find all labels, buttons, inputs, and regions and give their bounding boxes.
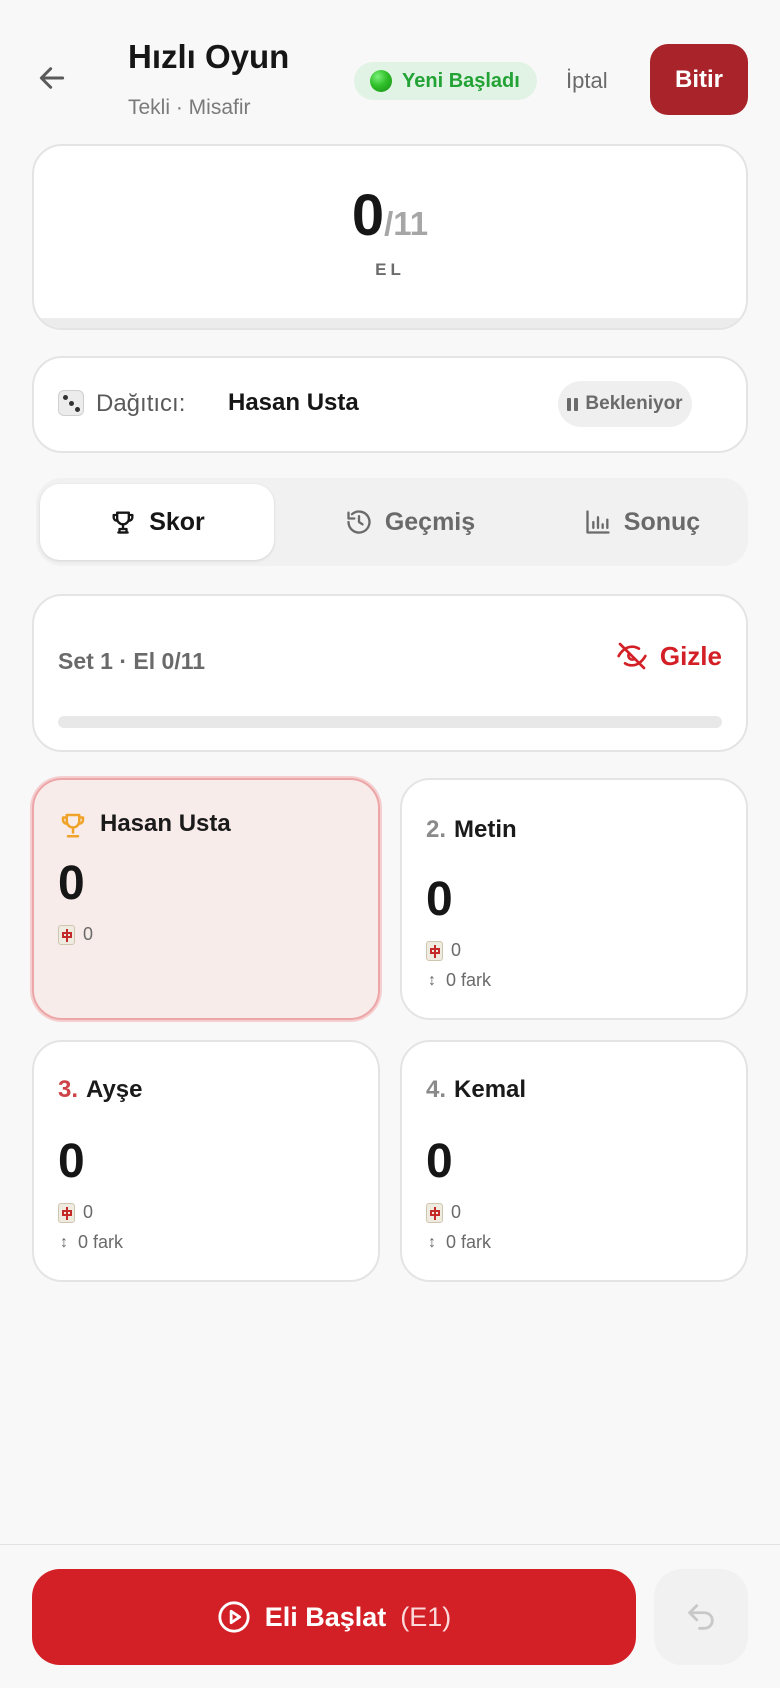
player-header: 4. Kemal	[426, 1076, 526, 1104]
player-tiles: 0	[426, 940, 461, 961]
player-tiles: 0	[426, 1202, 461, 1223]
finish-button[interactable]: Bitir	[650, 44, 748, 115]
back-button[interactable]	[30, 56, 74, 100]
player-header: 3. Ayşe	[58, 1076, 143, 1104]
player-score: 0	[426, 1135, 453, 1188]
page-subtitle: Tekli · Misafir	[128, 96, 251, 119]
die-icon	[58, 390, 84, 416]
round-counter-card: 0/11 EL	[32, 144, 748, 330]
mahjong-tile-icon	[426, 940, 443, 961]
header: Hızlı Oyun Tekli · Misafir Yeni Başladı …	[0, 0, 780, 140]
start-round-label: Eli Başlat	[264, 1601, 387, 1632]
pause-icon	[567, 397, 579, 411]
round-total: /11	[384, 205, 429, 242]
player-name: Metin	[454, 816, 517, 843]
dealer-card: Dağıtıcı: Hasan Usta Bekleniyor	[32, 356, 748, 453]
mahjong-tile-icon	[426, 1202, 443, 1223]
round-counter: 0/11	[34, 182, 746, 249]
undo-icon	[688, 1604, 714, 1630]
round-label: EL	[375, 260, 405, 279]
status-badge-label: Yeni Başladı	[402, 69, 520, 92]
tab-gecmis[interactable]: Geçmiş	[304, 484, 516, 560]
player-diff: ↕ 0 fark	[58, 1232, 123, 1253]
trophy-icon	[112, 511, 134, 534]
eye-off-icon	[617, 642, 647, 670]
player-diff: ↕ 0 fark	[426, 1232, 491, 1253]
player-name: Hasan Usta	[100, 810, 231, 837]
player-diff-value: 0 fark	[78, 1232, 124, 1252]
card-divider	[34, 318, 746, 328]
player-rank: 4.	[426, 1076, 447, 1103]
set-progress-bar	[58, 716, 722, 728]
set-progress-card: Set 1 · El 0/11 Gizle	[32, 594, 748, 752]
mahjong-tile-icon	[58, 1202, 75, 1223]
dealer-name: Hasan Usta	[228, 389, 359, 416]
undo-button[interactable]	[654, 1569, 748, 1665]
page-title: Hızlı Oyun	[128, 38, 290, 75]
round-current: 0	[351, 183, 385, 248]
cancel-button[interactable]: İptal	[566, 62, 608, 100]
up-down-arrow-icon: ↕	[428, 1233, 436, 1251]
player-card-2[interactable]: 2. Metin 0 0 ↕ 0 fark	[400, 778, 748, 1020]
player-card-3[interactable]: 3. Ayşe 0 0 ↕ 0 fark	[32, 1040, 380, 1282]
tab-label: Sonuç	[623, 507, 701, 536]
player-card-4[interactable]: 4. Kemal 0 0 ↕ 0 fark	[400, 1040, 748, 1282]
player-header: 2. Metin	[426, 816, 517, 844]
tab-label: Skor	[149, 507, 205, 536]
set-progress-label: Set 1 · El 0/11	[58, 648, 206, 674]
player-name: Ayşe	[86, 1076, 143, 1103]
player-diff-value: 0 fark	[446, 970, 492, 990]
player-score: 0	[58, 857, 85, 910]
player-tiles: 0	[58, 924, 93, 945]
history-icon	[347, 510, 371, 534]
player-tiles-value: 0	[451, 940, 462, 960]
player-rank: 3.	[58, 1076, 79, 1103]
up-down-arrow-icon: ↕	[428, 971, 436, 989]
play-circle-icon	[218, 1601, 250, 1633]
player-tiles-value: 0	[451, 1202, 462, 1222]
mahjong-tile-icon	[58, 924, 75, 945]
player-score: 0	[58, 1135, 85, 1188]
player-tiles-value: 0	[83, 1202, 94, 1222]
start-round-button[interactable]: Eli Başlat (E1)	[32, 1569, 636, 1665]
dealer-status-badge: Bekleniyor	[558, 381, 692, 427]
arrow-left-icon	[39, 67, 65, 89]
tab-skor[interactable]: Skor	[40, 484, 274, 560]
player-diff-value: 0 fark	[446, 1232, 492, 1252]
hide-toggle-button[interactable]: Gizle	[616, 640, 722, 672]
status-badge: Yeni Başladı	[354, 62, 537, 100]
bar-chart-icon	[586, 510, 610, 534]
green-circle-icon	[370, 70, 392, 92]
bottom-action-bar: Eli Başlat (E1)	[0, 1544, 780, 1688]
tab-bar: Skor Geçmiş Sonuç	[36, 478, 748, 566]
up-down-arrow-icon: ↕	[60, 1233, 68, 1251]
tab-sonuc[interactable]: Sonuç	[536, 484, 748, 560]
player-score: 0	[426, 873, 453, 926]
player-rank: 2.	[426, 816, 447, 843]
trophy-icon	[61, 813, 85, 838]
player-diff: ↕ 0 fark	[426, 970, 491, 991]
player-name: Kemal	[454, 1076, 527, 1103]
player-tiles-value: 0	[83, 924, 94, 944]
player-card-1[interactable]: Hasan Usta 0 0	[32, 778, 380, 1020]
dealer-label: Dağıtıcı:	[96, 390, 186, 417]
start-round-shortcut: (E1)	[400, 1601, 452, 1632]
player-tiles: 0	[58, 1202, 93, 1223]
dealer-status-label: Bekleniyor	[585, 393, 683, 414]
player-header: Hasan Usta	[58, 810, 231, 840]
tab-label: Geçmiş	[384, 507, 476, 536]
hide-toggle-label: Gizle	[659, 640, 722, 671]
